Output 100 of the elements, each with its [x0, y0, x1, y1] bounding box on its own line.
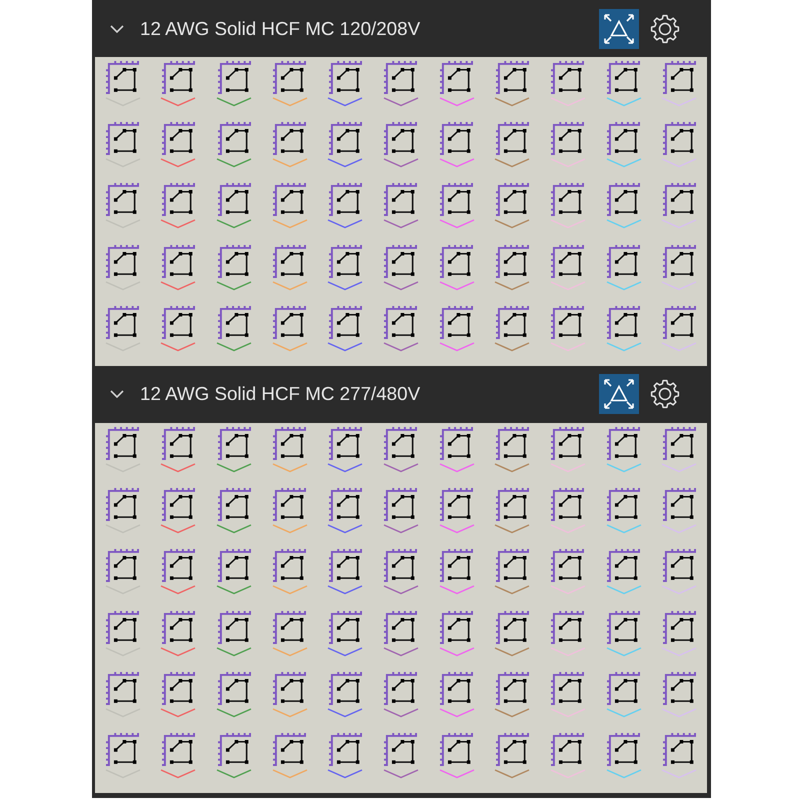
- wire-type-tile[interactable]: [382, 426, 419, 473]
- wire-type-tile[interactable]: [216, 549, 252, 596]
- wire-type-tile[interactable]: [104, 122, 141, 168]
- wire-type-tile[interactable]: [661, 183, 698, 230]
- wire-type-tile[interactable]: [272, 244, 308, 291]
- wire-type-tile[interactable]: [160, 244, 196, 291]
- wire-type-tile[interactable]: [438, 732, 475, 779]
- wire-type-tile[interactable]: [494, 672, 530, 718]
- wire-type-tile[interactable]: [550, 183, 586, 230]
- wire-type-tile[interactable]: [216, 732, 252, 779]
- wire-type-tile[interactable]: [661, 244, 698, 291]
- wire-type-tile[interactable]: [382, 549, 419, 596]
- wire-type-tile[interactable]: [606, 61, 642, 107]
- wire-type-tile[interactable]: [382, 610, 419, 656]
- wire-type-tile[interactable]: [438, 488, 475, 534]
- wire-type-tile[interactable]: [550, 672, 586, 718]
- wire-type-tile[interactable]: [606, 488, 642, 534]
- wire-type-tile[interactable]: [382, 244, 419, 291]
- wire-type-tile[interactable]: [272, 122, 308, 168]
- wire-type-tile[interactable]: [438, 244, 475, 291]
- wire-type-tile[interactable]: [160, 488, 196, 534]
- wire-type-tile[interactable]: [327, 244, 364, 291]
- wire-type-tile[interactable]: [438, 306, 475, 352]
- wire-type-tile[interactable]: [216, 672, 252, 718]
- wire-type-tile[interactable]: [550, 306, 586, 352]
- wire-type-tile[interactable]: [550, 488, 586, 534]
- wire-type-tile[interactable]: [550, 732, 586, 779]
- wire-type-tile[interactable]: [160, 306, 196, 352]
- wire-type-tile[interactable]: [160, 122, 196, 168]
- wire-type-tile[interactable]: [160, 672, 196, 718]
- wire-type-tile[interactable]: [438, 672, 475, 718]
- chevron-down-icon[interactable]: [110, 24, 124, 32]
- wire-type-tile[interactable]: [272, 549, 308, 596]
- wire-type-tile[interactable]: [494, 488, 530, 534]
- wire-type-tile[interactable]: [606, 306, 642, 352]
- wire-type-tile[interactable]: [327, 488, 364, 534]
- wire-type-tile[interactable]: [160, 426, 196, 473]
- wire-type-tile[interactable]: [661, 610, 698, 656]
- wire-type-tile[interactable]: [606, 122, 642, 168]
- wire-type-tile[interactable]: [550, 244, 586, 291]
- wire-type-tile[interactable]: [160, 610, 196, 656]
- wire-type-tile[interactable]: [382, 488, 419, 534]
- wire-type-tile[interactable]: [327, 672, 364, 718]
- wire-type-tile[interactable]: [438, 426, 475, 473]
- wire-type-tile[interactable]: [382, 672, 419, 718]
- wire-type-tile[interactable]: [104, 61, 141, 107]
- wire-type-tile[interactable]: [494, 610, 530, 656]
- view-toggle-button[interactable]: [599, 374, 639, 414]
- wire-type-tile[interactable]: [550, 549, 586, 596]
- wire-type-tile[interactable]: [606, 244, 642, 291]
- wire-type-tile[interactable]: [661, 549, 698, 596]
- wire-type-tile[interactable]: [216, 122, 252, 168]
- wire-type-tile[interactable]: [104, 426, 141, 473]
- wire-type-tile[interactable]: [160, 183, 196, 230]
- settings-icon[interactable]: [650, 379, 680, 410]
- wire-type-tile[interactable]: [104, 672, 141, 718]
- wire-type-tile[interactable]: [550, 426, 586, 473]
- wire-type-tile[interactable]: [104, 244, 141, 291]
- wire-type-tile[interactable]: [661, 426, 698, 473]
- wire-type-tile[interactable]: [216, 610, 252, 656]
- wire-type-tile[interactable]: [494, 183, 530, 230]
- wire-type-tile[interactable]: [661, 672, 698, 718]
- wire-type-tile[interactable]: [327, 122, 364, 168]
- wire-type-tile[interactable]: [382, 306, 419, 352]
- wire-type-tile[interactable]: [382, 61, 419, 107]
- wire-type-tile[interactable]: [661, 732, 698, 779]
- wire-type-tile[interactable]: [550, 61, 586, 107]
- wire-type-tile[interactable]: [327, 183, 364, 230]
- wire-type-tile[interactable]: [104, 549, 141, 596]
- wire-type-tile[interactable]: [216, 488, 252, 534]
- wire-type-tile[interactable]: [327, 610, 364, 656]
- wire-type-tile[interactable]: [661, 61, 698, 107]
- wire-type-tile[interactable]: [382, 183, 419, 230]
- wire-type-tile[interactable]: [327, 549, 364, 596]
- wire-type-tile[interactable]: [272, 610, 308, 656]
- wire-type-tile[interactable]: [606, 610, 642, 656]
- wire-type-tile[interactable]: [327, 306, 364, 352]
- wire-type-tile[interactable]: [494, 306, 530, 352]
- wire-type-tile[interactable]: [494, 244, 530, 291]
- wire-type-tile[interactable]: [438, 61, 475, 107]
- wire-type-tile[interactable]: [104, 306, 141, 352]
- wire-type-tile[interactable]: [272, 672, 308, 718]
- wire-type-tile[interactable]: [382, 732, 419, 779]
- wire-type-tile[interactable]: [494, 732, 530, 779]
- wire-type-tile[interactable]: [494, 549, 530, 596]
- wire-type-tile[interactable]: [104, 183, 141, 230]
- wire-type-tile[interactable]: [494, 61, 530, 107]
- wire-type-tile[interactable]: [606, 732, 642, 779]
- wire-type-tile[interactable]: [438, 122, 475, 168]
- wire-type-tile[interactable]: [216, 306, 252, 352]
- wire-type-tile[interactable]: [160, 549, 196, 596]
- wire-type-tile[interactable]: [550, 610, 586, 656]
- wire-type-tile[interactable]: [272, 306, 308, 352]
- wire-type-tile[interactable]: [550, 122, 586, 168]
- wire-type-tile[interactable]: [216, 61, 252, 107]
- wire-type-tile[interactable]: [272, 488, 308, 534]
- wire-type-tile[interactable]: [494, 426, 530, 473]
- wire-type-tile[interactable]: [104, 732, 141, 779]
- wire-type-tile[interactable]: [104, 610, 141, 656]
- wire-type-tile[interactable]: [606, 672, 642, 718]
